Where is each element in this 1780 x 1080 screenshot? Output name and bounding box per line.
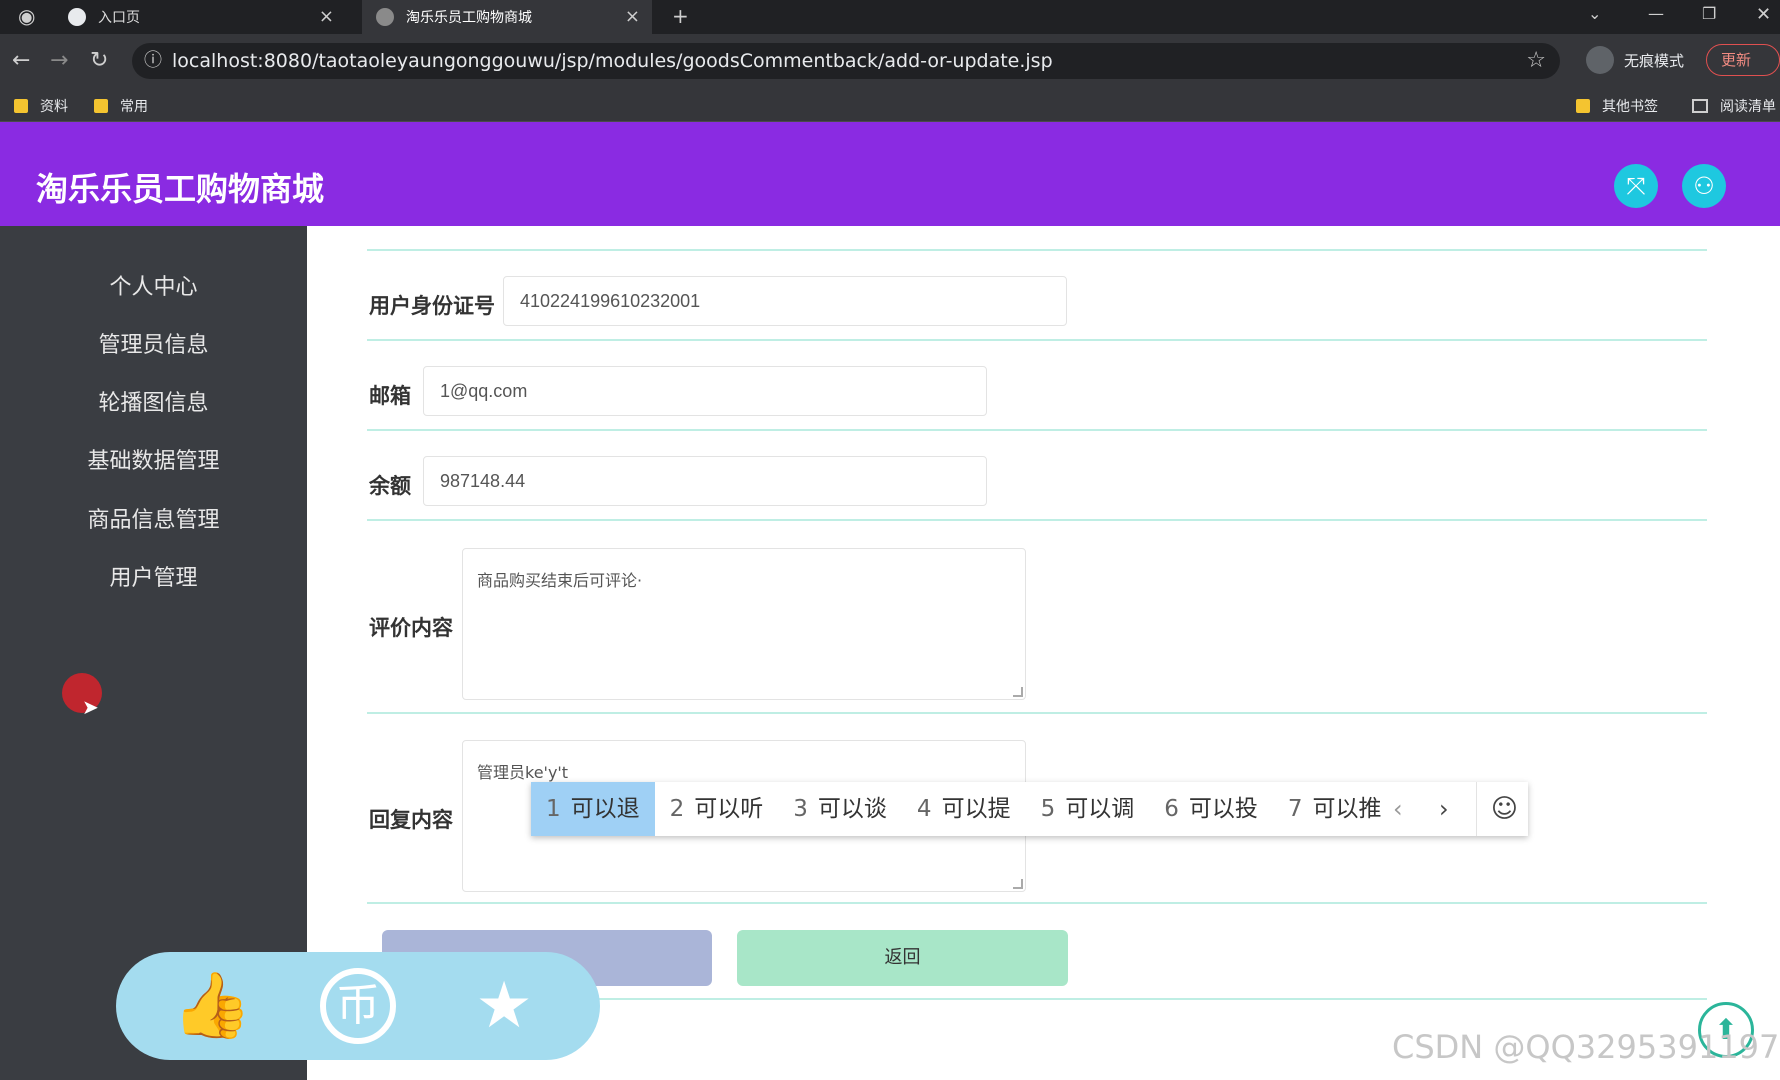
bookmark-label: 常用 <box>120 99 148 115</box>
site-info-icon[interactable]: ⓘ <box>144 43 162 79</box>
divider <box>367 249 1707 251</box>
bookmark-folder[interactable]: 常用 <box>94 96 148 116</box>
reply-label: 回复内容 <box>369 808 453 832</box>
browser-tab-bar: ◉ 入口页 × 淘乐乐员工购物商城 × + ⌄ — ❐ ✕ <box>0 0 1780 34</box>
ime-candidate[interactable]: 2 可以听 <box>655 782 779 836</box>
folder-icon <box>94 99 108 113</box>
tab-title: 淘乐乐员工购物商城 <box>406 10 532 26</box>
ime-candidate[interactable]: 4 可以提 <box>902 782 1026 836</box>
id-card-label: 用户身份证号 <box>369 294 495 318</box>
bookmark-folder-other[interactable]: 其他书签 <box>1576 96 1658 116</box>
sidebar-item-carousel-info[interactable]: 轮播图信息 <box>0 385 307 417</box>
back-button[interactable]: 返回 <box>737 930 1068 986</box>
ime-candidate[interactable]: 6 可以投 <box>1149 782 1273 836</box>
ime-candidate[interactable]: 3 可以谈 <box>778 782 902 836</box>
divider <box>367 902 1707 904</box>
tab-search-icon[interactable]: ⌄ <box>1588 4 1601 23</box>
forward-icon[interactable]: → <box>50 48 68 73</box>
resize-handle-icon[interactable] <box>1013 687 1023 697</box>
minimize-icon[interactable]: — <box>1648 4 1664 23</box>
incognito-label: 无痕模式 <box>1624 51 1685 70</box>
balance-label: 余额 <box>369 474 411 498</box>
id-card-input[interactable]: 410224199610232001 <box>503 276 1067 326</box>
sidebar-item-user-management[interactable]: 用户管理 <box>0 560 307 592</box>
close-tab-icon[interactable]: × <box>625 6 640 27</box>
app-title: 淘乐乐员工购物商城 <box>36 170 325 208</box>
tab-title: 入口页 <box>98 10 140 26</box>
new-tab-button[interactable]: + <box>672 4 689 28</box>
reload-icon[interactable]: ↻ <box>90 48 108 73</box>
incognito-indicator[interactable]: 无痕模式 <box>1586 46 1684 74</box>
url-input[interactable]: ⓘ localhost:8080/taotaoleyaungonggouwu/j… <box>132 43 1560 79</box>
update-button[interactable]: 更新 <box>1706 44 1780 76</box>
bookmark-label: 资料 <box>40 99 68 115</box>
reading-list[interactable]: 阅读清单 <box>1692 96 1776 116</box>
close-window-icon[interactable]: ✕ <box>1756 4 1771 25</box>
comment-label: 评价内容 <box>369 616 453 640</box>
ime-next-page-icon[interactable]: › <box>1439 782 1449 836</box>
loading-icon <box>376 8 394 26</box>
email-input[interactable]: 1@qq.com <box>423 366 987 416</box>
globe-icon <box>68 8 86 26</box>
browser-address-bar: ← → ↻ ⓘ localhost:8080/taotaoleyaungongg… <box>0 34 1780 88</box>
email-label: 邮箱 <box>369 384 411 408</box>
folder-icon <box>1576 99 1590 113</box>
social-action-bar: 👍 币 ★ <box>116 952 600 1060</box>
comment-textarea[interactable]: 商品购买结束后可评论· <box>462 548 1026 700</box>
folder-icon <box>14 99 28 113</box>
reply-text: 管理员ke'y't <box>477 763 569 782</box>
comment-text: 商品购买结束后可评论· <box>477 571 643 590</box>
resize-handle-icon[interactable] <box>1013 879 1023 889</box>
star-icon[interactable]: ★ <box>466 968 542 1044</box>
ime-prev-page-icon[interactable]: ‹ <box>1393 782 1403 836</box>
ime-candidate-bar: 1 可以退 2 可以听 3 可以谈 4 可以提 5 可以调 6 可以投 7 可以推 ‹ › ☺ <box>531 782 1528 836</box>
divider <box>367 429 1707 431</box>
bookmark-label: 其他书签 <box>1602 99 1658 115</box>
close-tab-icon[interactable]: × <box>319 6 334 27</box>
emoji-icon[interactable]: ☺ <box>1475 782 1518 836</box>
user-avatar-icon[interactable]: ⚇ <box>1682 164 1726 208</box>
ime-candidate[interactable]: 7 可以推 <box>1273 782 1397 836</box>
reading-list-icon <box>1692 99 1708 113</box>
sidebar-item-personal-center[interactable]: 个人中心 <box>0 269 307 301</box>
app-header: 淘乐乐员工购物商城 ⤧ ⚇ <box>0 122 1780 226</box>
balance-input[interactable]: 987148.44 <box>423 456 987 506</box>
ime-candidate[interactable]: 5 可以调 <box>1026 782 1150 836</box>
back-icon[interactable]: ← <box>12 48 30 73</box>
browser-menu-icon[interactable]: ◉ <box>18 4 35 28</box>
url-text: localhost:8080/taotaoleyaungonggouwu/jsp… <box>172 50 1053 72</box>
browser-tab-mall[interactable]: 淘乐乐员工购物商城 × <box>362 0 652 34</box>
mouse-cursor-icon: ➤ <box>82 695 99 719</box>
bookmark-star-icon[interactable]: ☆ <box>1526 43 1546 79</box>
sidebar-item-goods-info[interactable]: 商品信息管理 <box>0 502 307 534</box>
ime-candidate[interactable]: 1 可以退 <box>531 782 655 836</box>
bookmark-label: 阅读清单 <box>1720 99 1776 115</box>
restore-icon[interactable]: ❐ <box>1702 4 1716 23</box>
divider <box>367 712 1707 714</box>
fullscreen-icon[interactable]: ⤧ <box>1614 164 1658 208</box>
bookmarks-bar: 资料 常用 其他书签 阅读清单 <box>0 88 1780 122</box>
coin-icon[interactable]: 币 <box>320 968 396 1044</box>
sidebar-item-basic-data[interactable]: 基础数据管理 <box>0 443 307 475</box>
watermark: CSDN @QQ3295391197 <box>1392 1028 1780 1066</box>
browser-tab-home[interactable]: 入口页 × <box>56 0 346 34</box>
divider <box>367 339 1707 341</box>
incognito-icon <box>1586 46 1614 74</box>
thumbs-up-icon[interactable]: 👍 <box>172 968 252 1044</box>
bookmark-folder[interactable]: 资料 <box>14 96 68 116</box>
sidebar-item-admin-info[interactable]: 管理员信息 <box>0 327 307 359</box>
divider <box>367 519 1707 521</box>
